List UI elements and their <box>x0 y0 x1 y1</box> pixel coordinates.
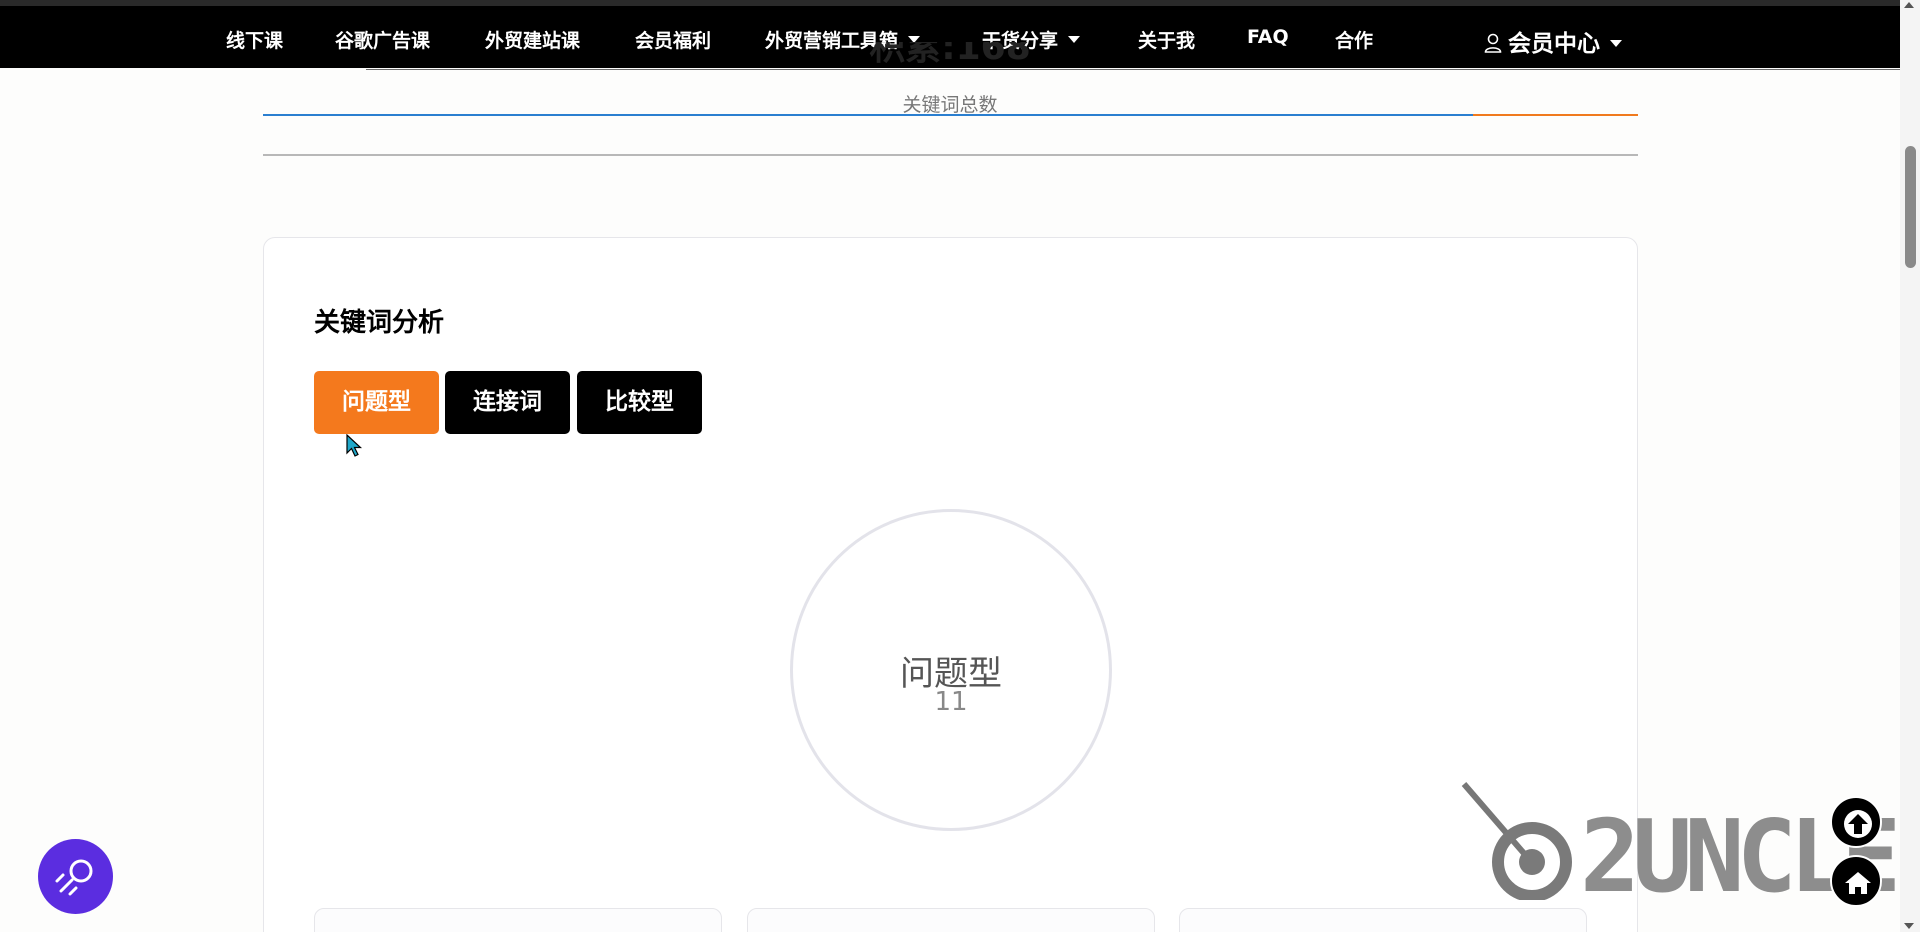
home-icon <box>1845 872 1871 894</box>
floating-search-button[interactable] <box>38 839 113 914</box>
page-scrollbar[interactable] <box>1900 0 1920 932</box>
scroll-down-arrow-icon[interactable] <box>1904 923 1914 929</box>
home-button[interactable] <box>1830 855 1882 907</box>
scrollbar-thumb[interactable] <box>1905 146 1916 268</box>
progress-line-accent <box>1473 114 1638 116</box>
scroll-to-top-button[interactable] <box>1830 796 1882 848</box>
tab-question-type[interactable]: 问题型 <box>314 371 439 434</box>
result-card[interactable] <box>747 908 1155 932</box>
arrow-up-icon <box>1844 810 1872 838</box>
search-idea-icon <box>55 859 93 896</box>
tab-connector-words[interactable]: 连接词 <box>445 371 570 434</box>
nav-divider <box>366 69 1900 70</box>
circle-category-count: 11 <box>934 687 968 717</box>
mouse-cursor-icon <box>346 434 363 457</box>
result-card[interactable] <box>1179 908 1587 932</box>
tab-comparison-type[interactable]: 比较型 <box>577 371 702 434</box>
keyword-total-value: 积累:168 <box>869 42 1031 68</box>
result-card[interactable] <box>314 908 722 932</box>
scroll-up-arrow-icon[interactable] <box>1904 2 1914 8</box>
section-divider <box>263 154 1638 156</box>
keyword-analysis-title: 关键词分析 <box>314 308 445 338</box>
keyword-total-label: 关键词总数 <box>902 94 998 116</box>
progress-line <box>263 114 1473 116</box>
